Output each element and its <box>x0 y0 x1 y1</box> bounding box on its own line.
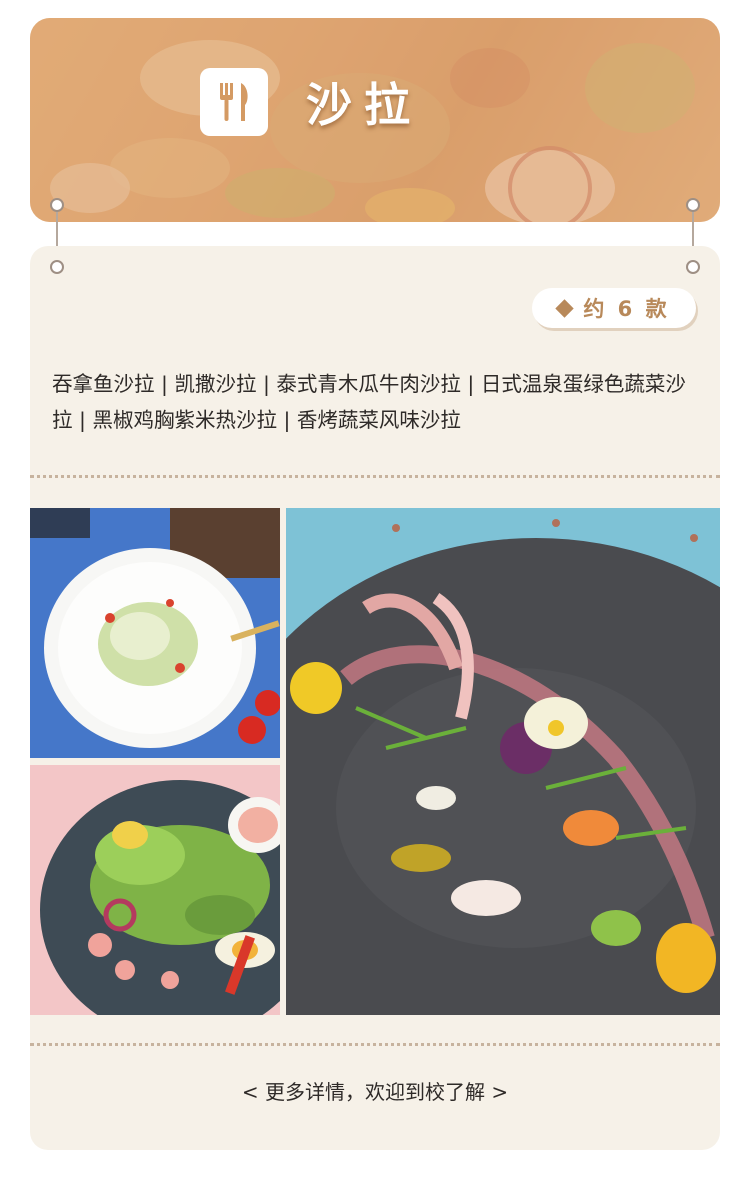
diamond-icon <box>555 298 575 318</box>
divider <box>30 1043 720 1046</box>
connector-pin <box>686 198 700 212</box>
connector-pin <box>686 260 700 274</box>
garden-salad-photo <box>30 765 280 1015</box>
fork-knife-icon <box>200 68 268 136</box>
caesar-salad-photo <box>30 508 280 758</box>
page-title: 沙拉 <box>306 78 422 132</box>
header-title-group: 沙拉 <box>200 68 422 136</box>
more-details-link[interactable]: < 更多详情，欢迎到校了解 > <box>0 1076 750 1105</box>
octopus-salad-photo <box>286 508 720 1015</box>
divider <box>30 475 720 478</box>
count-label: 约 6 款 <box>583 297 670 321</box>
salad-list: 吞拿鱼沙拉 | 凯撒沙拉 | 泰式青木瓜牛肉沙拉 | 日式温泉蛋绿色蔬菜沙拉 |… <box>52 372 686 432</box>
connector-pin <box>50 198 64 212</box>
connector-pin <box>50 260 64 274</box>
count-badge: 约 6 款 <box>532 288 696 328</box>
